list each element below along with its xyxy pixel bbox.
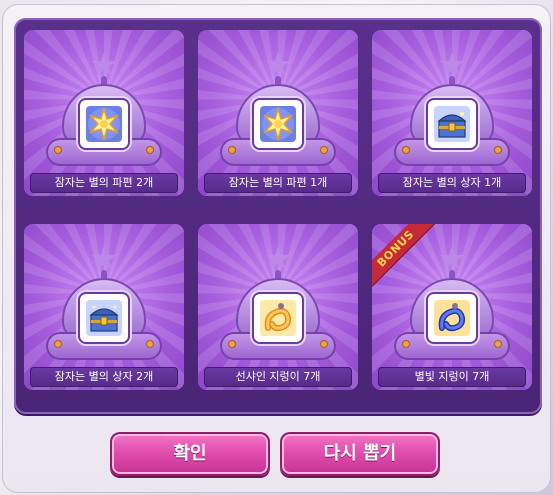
reward-label: 잠자는 별의 상자 1개 <box>378 173 526 193</box>
reward-label: 별빛 지렁이 7개 <box>378 367 526 387</box>
reward-grid: 잠자는 별의 파편 2개 잠자는 별의 파편 1개 잠자는 별의 상자 1개 잠… <box>14 18 542 414</box>
reward-label: 잠자는 별의 파편 1개 <box>204 173 352 193</box>
reward-slot[interactable]: 잠자는 별의 파편 2개 <box>24 30 184 196</box>
reward-slot[interactable]: 잠자는 별의 상자 1개 <box>372 30 532 196</box>
reward-slot[interactable]: 선샤인 지렁이 7개 <box>198 224 358 390</box>
reward-slot[interactable]: 잠자는 별의 상자 2개 <box>24 224 184 390</box>
star-shard-icon <box>80 100 128 148</box>
star-shard-icon <box>254 100 302 148</box>
golden-worm-icon <box>254 294 302 342</box>
reward-window: 잠자는 별의 파편 2개 잠자는 별의 파편 1개 잠자는 별의 상자 1개 잠… <box>2 4 551 493</box>
blue-worm-icon <box>428 294 476 342</box>
reward-slot[interactable]: 잠자는 별의 파편 1개 <box>198 30 358 196</box>
reward-slot[interactable]: BONUS 별빛 지렁이 7개 <box>372 224 532 390</box>
reward-label: 잠자는 별의 파편 2개 <box>30 173 178 193</box>
confirm-button[interactable]: 확인 <box>110 432 270 476</box>
treasure-chest-icon <box>80 294 128 342</box>
redraw-button[interactable]: 다시 뽑기 <box>280 432 440 476</box>
reward-label: 선샤인 지렁이 7개 <box>204 367 352 387</box>
treasure-chest-icon <box>428 100 476 148</box>
reward-label: 잠자는 별의 상자 2개 <box>30 367 178 387</box>
